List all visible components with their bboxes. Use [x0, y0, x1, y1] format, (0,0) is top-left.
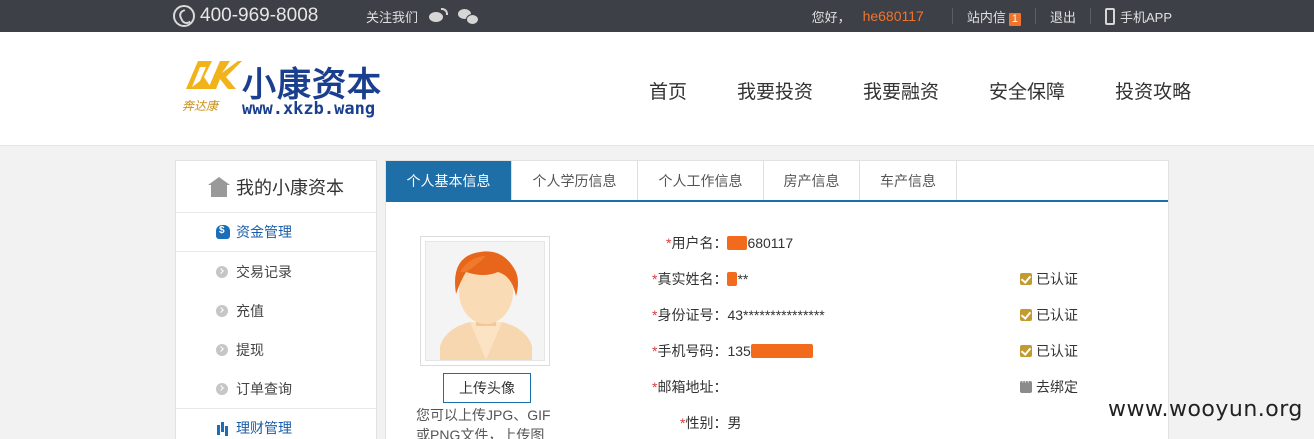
- nav-invest[interactable]: 我要投资: [737, 77, 813, 104]
- site-header: 小康资本 奔达康 www.xkzb.wang 首页 我要投资 我要融资 安全保障…: [0, 32, 1314, 146]
- mobile-app-link[interactable]: 手机APP: [1104, 7, 1172, 26]
- field-label: 真实姓名：: [657, 271, 728, 287]
- upload-avatar-button[interactable]: 上传头像: [443, 373, 531, 403]
- nav-security[interactable]: 安全保障: [989, 77, 1065, 104]
- logo-script: 奔达康: [182, 99, 219, 113]
- sidebar-item-orders[interactable]: 订单查询: [176, 369, 376, 408]
- follow-us: 关注我们: [366, 0, 480, 32]
- nav-guide[interactable]: 投资攻略: [1115, 77, 1191, 104]
- phone-status: 已认证: [1020, 341, 1078, 361]
- field-value: 男: [727, 415, 742, 431]
- field-label: 性别：: [685, 415, 728, 431]
- nav-financing[interactable]: 我要融资: [863, 77, 939, 104]
- logo-mark-icon: [186, 61, 242, 89]
- email-bind-link[interactable]: 去绑定: [1020, 376, 1078, 397]
- sidebar-group-wealth[interactable]: 理财管理: [176, 408, 376, 439]
- divider: [951, 8, 953, 24]
- logo-url: www.xkzb.wang: [242, 99, 376, 119]
- house-icon: [208, 176, 230, 197]
- field-label: 邮箱地址：: [657, 379, 728, 395]
- sidebar-group-funds[interactable]: 资金管理: [176, 213, 376, 252]
- verified-check-icon: [1020, 273, 1032, 285]
- field-label: 身份证号：: [657, 307, 728, 323]
- verified-check-icon: [1020, 309, 1032, 321]
- nav-home[interactable]: 首页: [649, 77, 687, 104]
- account-sidebar: 我的小康资本 资金管理 交易记录 充值 提现 订单查询 理财管理: [175, 160, 377, 439]
- upload-hint: 您可以上传JPG、GIF或PNG文件，上传图: [416, 407, 551, 439]
- field-username: * 用户名： 680117: [666, 233, 793, 253]
- person-silhouette-icon: [426, 242, 544, 360]
- main-nav: 首页 我要投资 我要融资 安全保障 投资攻略: [624, 77, 1216, 104]
- money-bag-icon: [216, 225, 230, 239]
- phone-icon: [173, 5, 195, 27]
- field-value: 680117: [747, 235, 794, 251]
- field-phone: * 手机号码： 135: [652, 341, 813, 361]
- sidebar-item-label: 提现: [236, 341, 264, 358]
- status-label: 去绑定: [1036, 379, 1078, 395]
- field-email: * 邮箱地址：: [652, 377, 727, 397]
- messages-count-badge: 1: [1008, 12, 1021, 26]
- status-label: 已认证: [1036, 271, 1078, 287]
- sidebar-item-label: 充值: [236, 302, 264, 319]
- tab-property[interactable]: 房产信息: [764, 161, 860, 200]
- redaction-mark: [727, 236, 748, 250]
- site-logo[interactable]: 小康资本 奔达康 www.xkzb.wang: [180, 55, 400, 123]
- mobile-app-label: 手机APP: [1119, 9, 1172, 25]
- arrow-circle-icon: [216, 304, 228, 317]
- messages-label: 站内信: [966, 9, 1006, 25]
- sidebar-item-withdraw[interactable]: 提现: [176, 330, 376, 369]
- profile-tabs: 个人基本信息 个人学历信息 个人工作信息 房产信息 车产信息: [386, 161, 1168, 202]
- wechat-icon[interactable]: [458, 8, 480, 25]
- divider: [1034, 8, 1036, 24]
- sidebar-title-label: 我的小康资本: [236, 177, 344, 198]
- default-avatar-image: [425, 241, 545, 361]
- tab-basic-info[interactable]: 个人基本信息: [386, 161, 512, 200]
- real-name-status: 已认证: [1020, 269, 1078, 289]
- arrow-circle-icon: [216, 382, 228, 395]
- bar-chart-icon: [216, 421, 230, 435]
- sidebar-item-label: 订单查询: [236, 380, 292, 397]
- field-value: 43***************: [727, 307, 825, 323]
- field-label: 手机号码：: [657, 343, 728, 359]
- hotline: 400-969-8008: [173, 3, 318, 29]
- sidebar-item-transactions[interactable]: 交易记录: [176, 252, 376, 291]
- field-value: **: [737, 271, 749, 287]
- user-area: 您好， he680117 站内信 1 退出 手机APP: [812, 0, 1172, 32]
- arrow-circle-icon: [216, 343, 228, 356]
- field-gender: * 性别： 男: [680, 413, 741, 433]
- messages-link[interactable]: 站内信 1: [967, 7, 1021, 26]
- avatar: [420, 236, 550, 366]
- sidebar-item-recharge[interactable]: 充值: [176, 291, 376, 330]
- sidebar-group-label: 资金管理: [236, 224, 292, 240]
- hotline-number: 400-969-8008: [200, 5, 319, 26]
- sidebar-title[interactable]: 我的小康资本: [176, 161, 376, 213]
- mobile-phone-icon: [1104, 7, 1115, 25]
- username-link[interactable]: he680117: [863, 8, 924, 24]
- tab-work[interactable]: 个人工作信息: [638, 161, 764, 200]
- tab-education[interactable]: 个人学历信息: [512, 161, 638, 200]
- greeting: 您好，: [811, 9, 851, 25]
- top-bar: 400-969-8008 关注我们 您好， he680117 站内信 1 退出 手…: [0, 0, 1314, 32]
- sidebar-group-label: 理财管理: [236, 419, 292, 436]
- field-label: 用户名：: [671, 235, 728, 251]
- follow-label: 关注我们: [366, 9, 419, 25]
- tab-vehicle[interactable]: 车产信息: [860, 161, 957, 200]
- logout-link[interactable]: 退出: [1050, 7, 1076, 26]
- field-value: 135: [727, 343, 751, 359]
- more-dots-icon: [1020, 376, 1032, 393]
- redaction-mark: [750, 344, 813, 358]
- field-real-name: * 真实姓名： **: [652, 269, 748, 289]
- arrow-circle-icon: [216, 265, 228, 278]
- verified-check-icon: [1020, 345, 1032, 357]
- id-number-status: 已认证: [1020, 305, 1078, 325]
- profile-panel: 个人基本信息 个人学历信息 个人工作信息 房产信息 车产信息 上传头像 您可以上…: [385, 160, 1169, 439]
- divider: [1089, 8, 1091, 24]
- sidebar-item-label: 交易记录: [236, 263, 292, 280]
- watermark: www.wooyun.org: [1108, 397, 1303, 422]
- status-label: 已认证: [1036, 307, 1078, 323]
- field-id-number: * 身份证号： 43***************: [652, 305, 825, 325]
- weibo-icon[interactable]: [428, 8, 449, 24]
- status-label: 已认证: [1036, 343, 1078, 359]
- redaction-mark: [727, 272, 738, 286]
